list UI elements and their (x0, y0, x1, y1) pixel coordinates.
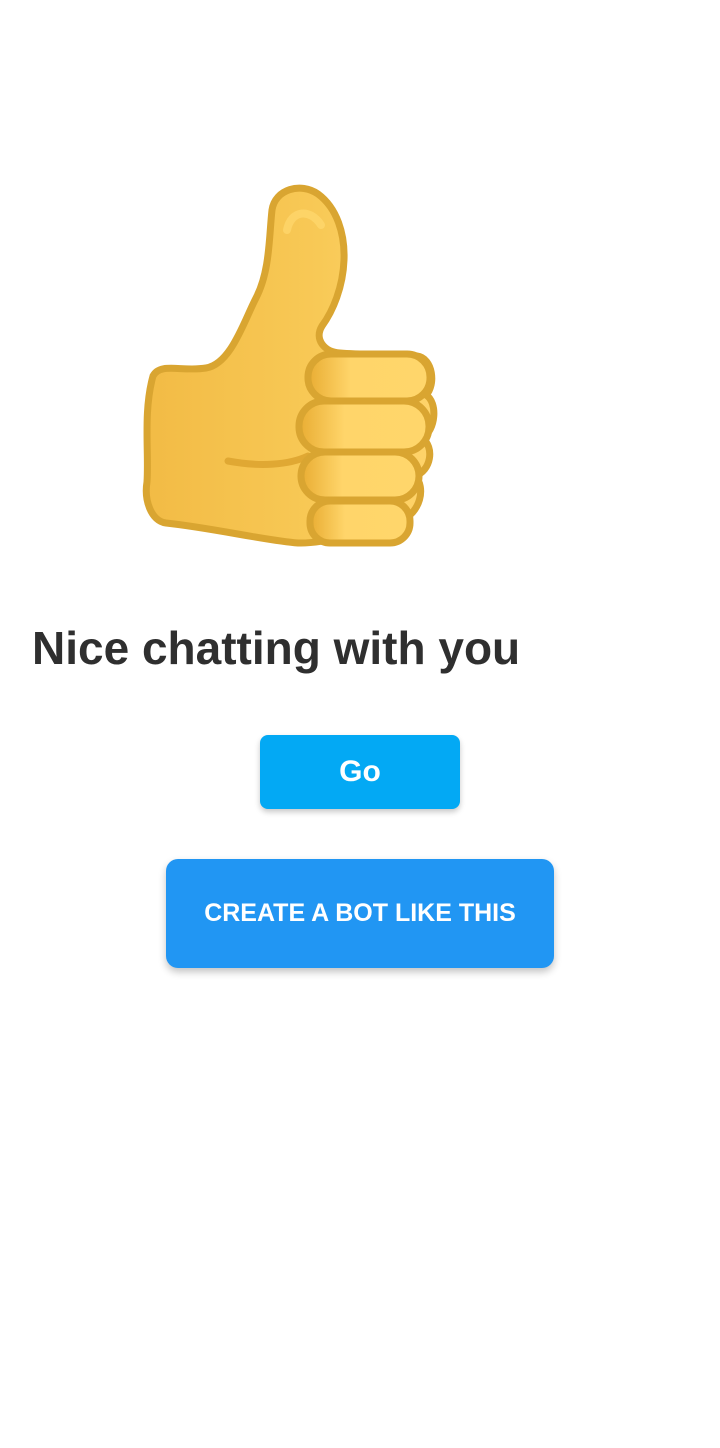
finger-three (297, 448, 423, 504)
finger-one (304, 350, 434, 405)
completion-screen: Nice chatting with you Go CREATE A BOT L… (0, 0, 720, 1448)
thumbs-up-icon (142, 184, 438, 547)
thumbs-up-illustration (140, 182, 440, 552)
create-bot-button[interactable]: CREATE A BOT LIKE THIS (166, 859, 554, 968)
completion-message-title: Nice chatting with you (32, 622, 521, 674)
finger-four (306, 497, 414, 547)
finger-two (295, 397, 433, 456)
go-button[interactable]: Go (260, 735, 460, 809)
